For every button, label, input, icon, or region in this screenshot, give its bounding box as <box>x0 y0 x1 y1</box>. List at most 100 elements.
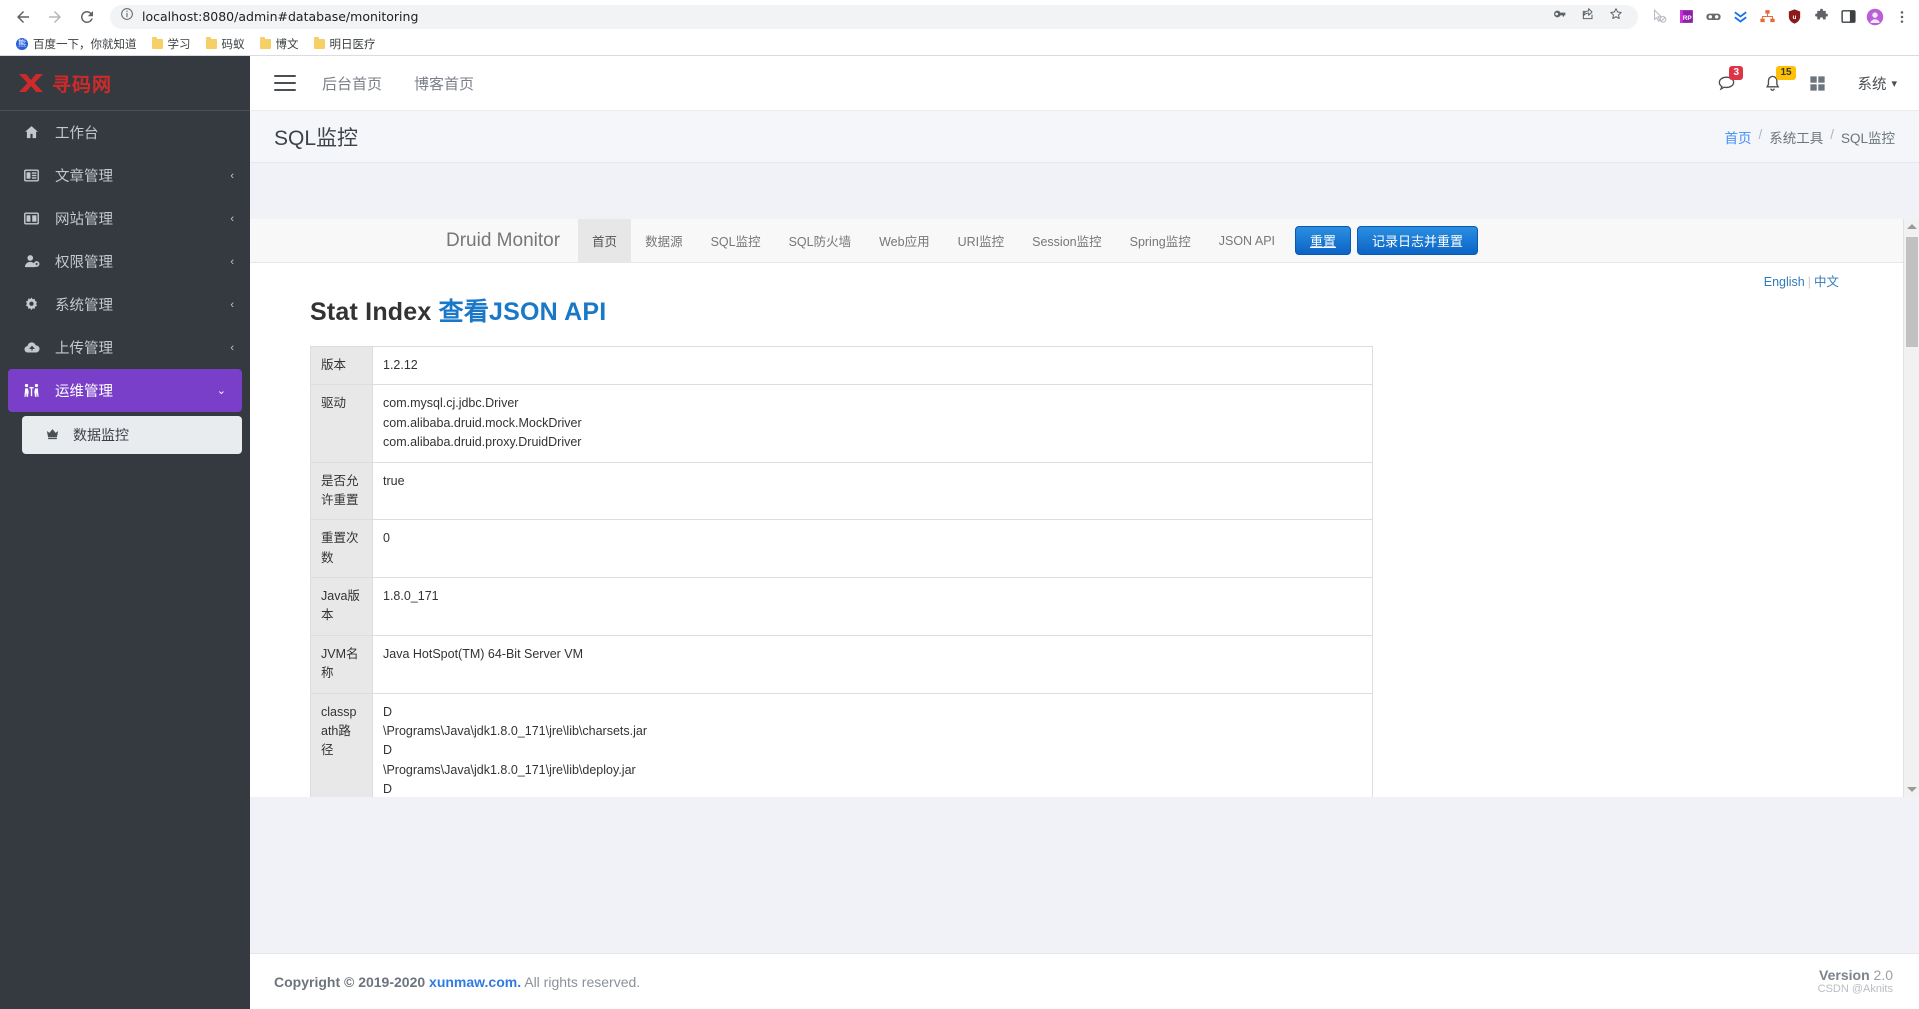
messages-badge: 3 <box>1729 65 1744 80</box>
druid-tab-home[interactable]: 首页 <box>578 219 632 262</box>
row-value-line: true <box>383 473 405 488</box>
apps-button[interactable] <box>1808 74 1827 93</box>
sidebar-item-articles[interactable]: 文章管理 ‹ <box>0 154 250 197</box>
folder-icon <box>205 37 217 49</box>
hamburger-icon[interactable] <box>274 75 296 91</box>
druid-tab-datasource[interactable]: 数据源 <box>631 219 697 262</box>
messages-button[interactable]: 3 <box>1716 65 1744 93</box>
svg-text:RP: RP <box>1682 15 1692 22</box>
sidebar-item-label: 权限管理 <box>55 255 113 271</box>
breadcrumb-tools: 系统工具 <box>1769 130 1824 146</box>
table-row: 版本 1.2.12 <box>310 346 1373 385</box>
bookmark-item[interactable]: 学习 <box>146 34 197 54</box>
bookmark-label: 学习 <box>167 39 191 51</box>
scroll-down-arrow-icon[interactable] <box>1907 787 1917 792</box>
view-json-api-link[interactable]: 查看JSON API <box>439 298 607 326</box>
bookmark-item[interactable]: 码蚁 <box>200 34 251 54</box>
rp-icon[interactable]: RP <box>1677 8 1695 26</box>
sidebar-item-upload[interactable]: 上传管理 ‹ <box>0 326 250 369</box>
druid-tab-uri[interactable]: URI监控 <box>944 219 1019 262</box>
bookmark-item[interactable]: 博文 <box>254 34 305 54</box>
topbar-link-blog-home[interactable]: 博客首页 <box>414 73 474 94</box>
forward-arrow-icon[interactable] <box>40 2 70 32</box>
row-value-line: com.alibaba.druid.mock.MockDriver <box>383 415 582 430</box>
druid-navbar: Druid Monitor 首页 数据源 SQL监控 SQL防火墙 Web应用 … <box>250 219 1903 263</box>
druid-tab-session[interactable]: Session监控 <box>1018 219 1115 262</box>
share-icon[interactable] <box>1580 6 1596 27</box>
scrollbar-thumb[interactable] <box>1906 237 1918 347</box>
druid-tab-wall[interactable]: SQL防火墙 <box>775 219 866 262</box>
glasses-icon[interactable] <box>1704 8 1722 26</box>
row-value-line: com.alibaba.druid.proxy.DruidDriver <box>383 435 582 450</box>
druid-page: Druid Monitor 首页 数据源 SQL监控 SQL防火墙 Web应用 … <box>250 219 1903 797</box>
password-key-icon[interactable] <box>1552 6 1568 27</box>
brand-logo[interactable]: 寻码网 <box>0 56 250 111</box>
brand-name: 寻码网 <box>52 74 113 96</box>
sidebar-item-label: 运维管理 <box>55 384 113 400</box>
sidebar-item-permissions[interactable]: 权限管理 ‹ <box>0 240 250 283</box>
druid-content: English | 中文 Stat Index 查看JSON API 版本 1.2.… <box>250 263 1903 797</box>
user-menu-label: 系统 <box>1857 76 1887 93</box>
druid-tab-jsonapi[interactable]: JSON API <box>1205 219 1289 262</box>
row-value: 1.8.0_171 <box>372 577 1373 636</box>
chrome-menu-icon[interactable] <box>1893 8 1911 26</box>
download-chevrons-icon[interactable] <box>1731 8 1749 26</box>
site-info-icon[interactable] <box>120 7 134 26</box>
watermark: CSDN @Aknits <box>1817 983 1893 996</box>
side-panel-icon[interactable] <box>1839 8 1857 26</box>
sidebar-item-website[interactable]: 网站管理 ‹ <box>0 197 250 240</box>
footer: Copyright © 2019-2020 xunmaw.com. All ri… <box>250 953 1919 1009</box>
druid-tab-sql[interactable]: SQL监控 <box>697 219 775 262</box>
lang-chinese-link[interactable]: 中文 <box>1814 275 1839 289</box>
topbar-link-admin-home[interactable]: 后台首页 <box>322 73 382 94</box>
bookmark-item[interactable]: 明日医疗 <box>308 34 382 54</box>
row-value: Java HotSpot(TM) 64-Bit Server VM <box>372 634 1373 693</box>
lang-english-link[interactable]: English <box>1764 275 1805 289</box>
chevron-left-icon: ‹ <box>230 255 234 268</box>
row-key: JVM名称 <box>310 634 373 693</box>
folder-icon <box>259 37 271 49</box>
stat-index-table: 版本 1.2.12 驱动 com.mysql.cj.jdbc.Driver co… <box>310 346 1373 797</box>
sidebar-item-ops[interactable]: 运维管理 ⌄ <box>8 369 242 412</box>
cursor-block-icon[interactable] <box>1650 8 1668 26</box>
user-menu-button[interactable]: 系统 ▾ <box>1857 73 1897 94</box>
sidebar-item-workbench[interactable]: 工作台 <box>0 111 250 154</box>
notifications-button[interactable]: 15 <box>1763 65 1796 93</box>
back-arrow-icon[interactable] <box>8 2 38 32</box>
row-value-line: \Programs\Java\jdk1.8.0_171\jre\lib\char… <box>383 723 648 738</box>
xunmaw-x-icon <box>18 73 44 93</box>
druid-brand[interactable]: Druid Monitor <box>446 219 578 262</box>
row-value-line: \Programs\Java\jdk1.8.0_171\jre\lib\depl… <box>383 762 636 777</box>
bookmark-star-icon[interactable] <box>1608 6 1624 27</box>
caret-down-icon: ▾ <box>1891 77 1897 90</box>
page-title: SQL监控 <box>274 126 359 150</box>
puzzle-extensions-icon[interactable] <box>1812 8 1830 26</box>
chevron-down-icon: ⌄ <box>216 385 226 397</box>
ublock-shield-icon[interactable]: u <box>1785 8 1803 26</box>
sidebar-item-system[interactable]: 系统管理 ‹ <box>0 283 250 326</box>
url-text: localhost:8080/admin#database/monitoring <box>142 9 419 24</box>
row-value: D \Programs\Java\jdk1.8.0_171\jre\lib\ch… <box>372 692 1373 797</box>
bookmarks-bar: 熊 百度一下，你就知道 学习 码蚁 博文 明日医疗 <box>0 33 1919 56</box>
footer-version: Version 2.0 CSDN @Aknits <box>1818 967 1893 996</box>
druid-tab-webapp[interactable]: Web应用 <box>865 219 943 262</box>
log-and-reset-button-label: 记录日志并重置 <box>1372 234 1464 249</box>
iframe-scrollbar[interactable] <box>1903 219 1919 797</box>
table-row: 是否允许重置 true <box>310 461 1373 520</box>
scroll-up-arrow-icon[interactable] <box>1907 224 1917 229</box>
bookmark-label: 百度一下，你就知道 <box>33 39 137 51</box>
row-key: 版本 <box>310 346 373 385</box>
table-row: JVM名称 Java HotSpot(TM) 64-Bit Server VM <box>310 634 1373 693</box>
druid-tab-spring[interactable]: Spring监控 <box>1116 219 1205 262</box>
bookmark-item[interactable]: 熊 百度一下，你就知道 <box>10 34 143 54</box>
reload-icon[interactable] <box>72 2 102 32</box>
address-bar[interactable]: localhost:8080/admin#database/monitoring <box>110 4 1638 29</box>
breadcrumb-home[interactable]: 首页 <box>1724 127 1751 147</box>
sidebar-subitem-data-monitor[interactable]: 数据监控 <box>22 416 242 454</box>
footer-site-link[interactable]: xunmaw.com. <box>429 974 521 990</box>
profile-avatar-icon[interactable] <box>1866 8 1884 26</box>
log-and-reset-button[interactable]: 记录日志并重置 <box>1357 226 1479 255</box>
folder-icon <box>151 37 163 49</box>
reset-button[interactable]: 重置 <box>1295 226 1352 255</box>
sitemap-icon[interactable] <box>1758 8 1776 26</box>
